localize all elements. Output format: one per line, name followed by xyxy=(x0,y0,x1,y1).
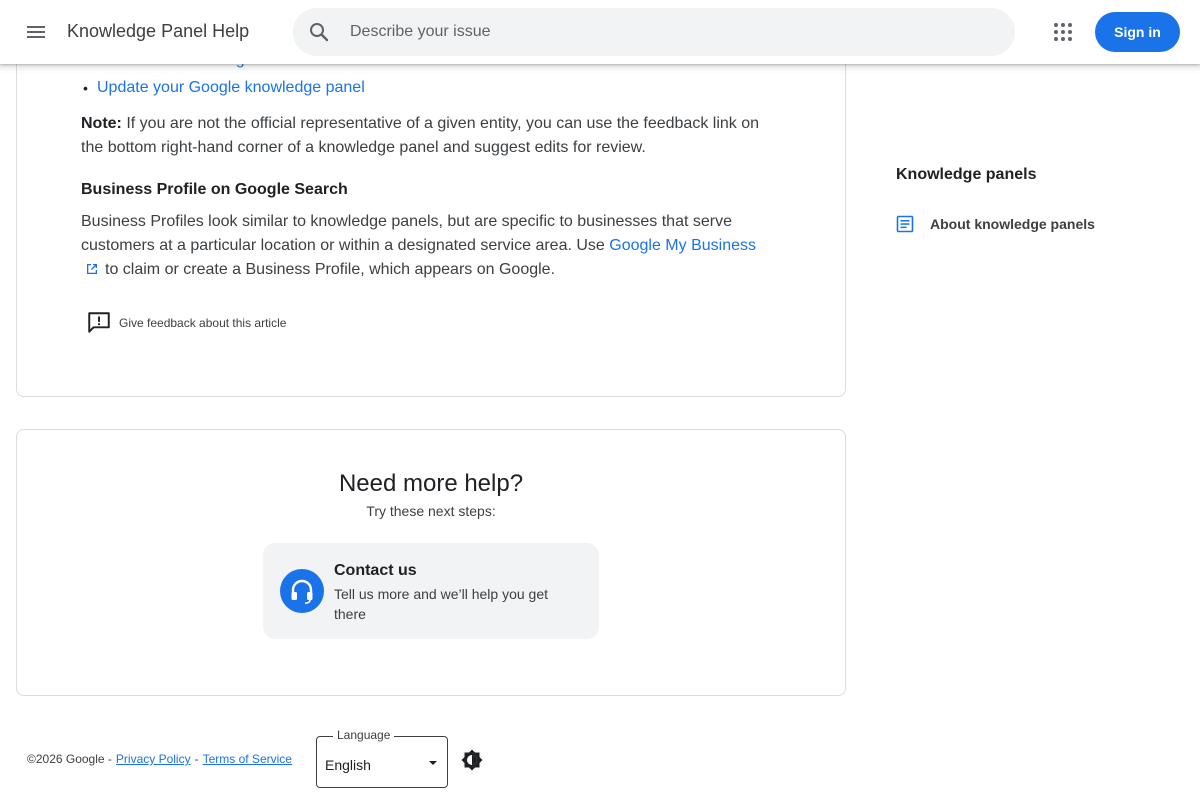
search-icon[interactable] xyxy=(307,20,331,44)
article-icon xyxy=(896,215,914,233)
google-my-business-link-label: Google My Business xyxy=(609,237,756,254)
external-link-icon xyxy=(87,264,97,274)
need-more-help-card: Need more help? Try these next steps: Co… xyxy=(16,429,846,696)
update-knowledge-panel-link[interactable]: Update your Google knowledge panel xyxy=(97,79,365,96)
google-apps-icon[interactable] xyxy=(1051,20,1075,44)
hamburger-menu-icon xyxy=(27,26,45,38)
footer-links: ©2026 Google - Privacy Policy - Terms of… xyxy=(27,752,296,766)
feedback-icon xyxy=(88,312,110,333)
list-item: Update your Google knowledge panel xyxy=(81,76,781,104)
help-subtitle: Try these next steps: xyxy=(366,503,496,519)
footer-separator: - xyxy=(194,752,199,766)
contact-us-button[interactable]: Contact us Tell us more and we’ll help y… xyxy=(263,543,599,639)
dark-mode-toggle-icon[interactable] xyxy=(460,748,484,772)
sidebar-heading: Knowledge panels xyxy=(896,166,1037,183)
sidebar-item-label: About knowledge panels xyxy=(930,216,1095,232)
note-label: Note: xyxy=(81,115,122,132)
search-box[interactable] xyxy=(293,8,1015,56)
app-title[interactable]: Knowledge Panel Help xyxy=(67,21,249,42)
language-value: English xyxy=(325,757,371,773)
sign-in-button[interactable]: Sign in xyxy=(1095,12,1180,52)
contact-us-description: Tell us more and we’ll help you get ther… xyxy=(334,586,549,622)
dropdown-arrow-icon xyxy=(429,761,437,765)
note-text: If you are not the official representati… xyxy=(81,115,760,156)
headset-icon xyxy=(280,569,324,613)
search-input[interactable] xyxy=(350,8,990,56)
privacy-policy-link[interactable]: Privacy Policy xyxy=(116,752,191,766)
feedback-label: Give feedback about this article xyxy=(119,316,287,330)
main-menu-button[interactable] xyxy=(20,16,52,48)
business-profile-paragraph: Business Profiles look similar to knowle… xyxy=(81,210,781,282)
language-label: Language xyxy=(333,728,395,742)
copyright: ©2026 Google - xyxy=(27,752,112,766)
section-heading: Business Profile on Google Search xyxy=(81,181,348,198)
contact-us-title: Contact us xyxy=(334,562,417,579)
give-feedback-button[interactable]: Give feedback about this article xyxy=(86,310,286,336)
language-select[interactable]: Language English xyxy=(316,728,448,788)
top-app-bar: Knowledge Panel Help Sign in xyxy=(0,0,1200,64)
terms-of-service-link[interactable]: Terms of Service xyxy=(203,752,292,766)
para-text-after: to claim or create a Business Profile, w… xyxy=(105,261,556,278)
help-title: Need more help? xyxy=(338,470,524,497)
sidebar-item-about-knowledge-panels[interactable]: About knowledge panels xyxy=(896,213,1095,236)
note-paragraph: Note: If you are not the official repres… xyxy=(81,112,781,160)
